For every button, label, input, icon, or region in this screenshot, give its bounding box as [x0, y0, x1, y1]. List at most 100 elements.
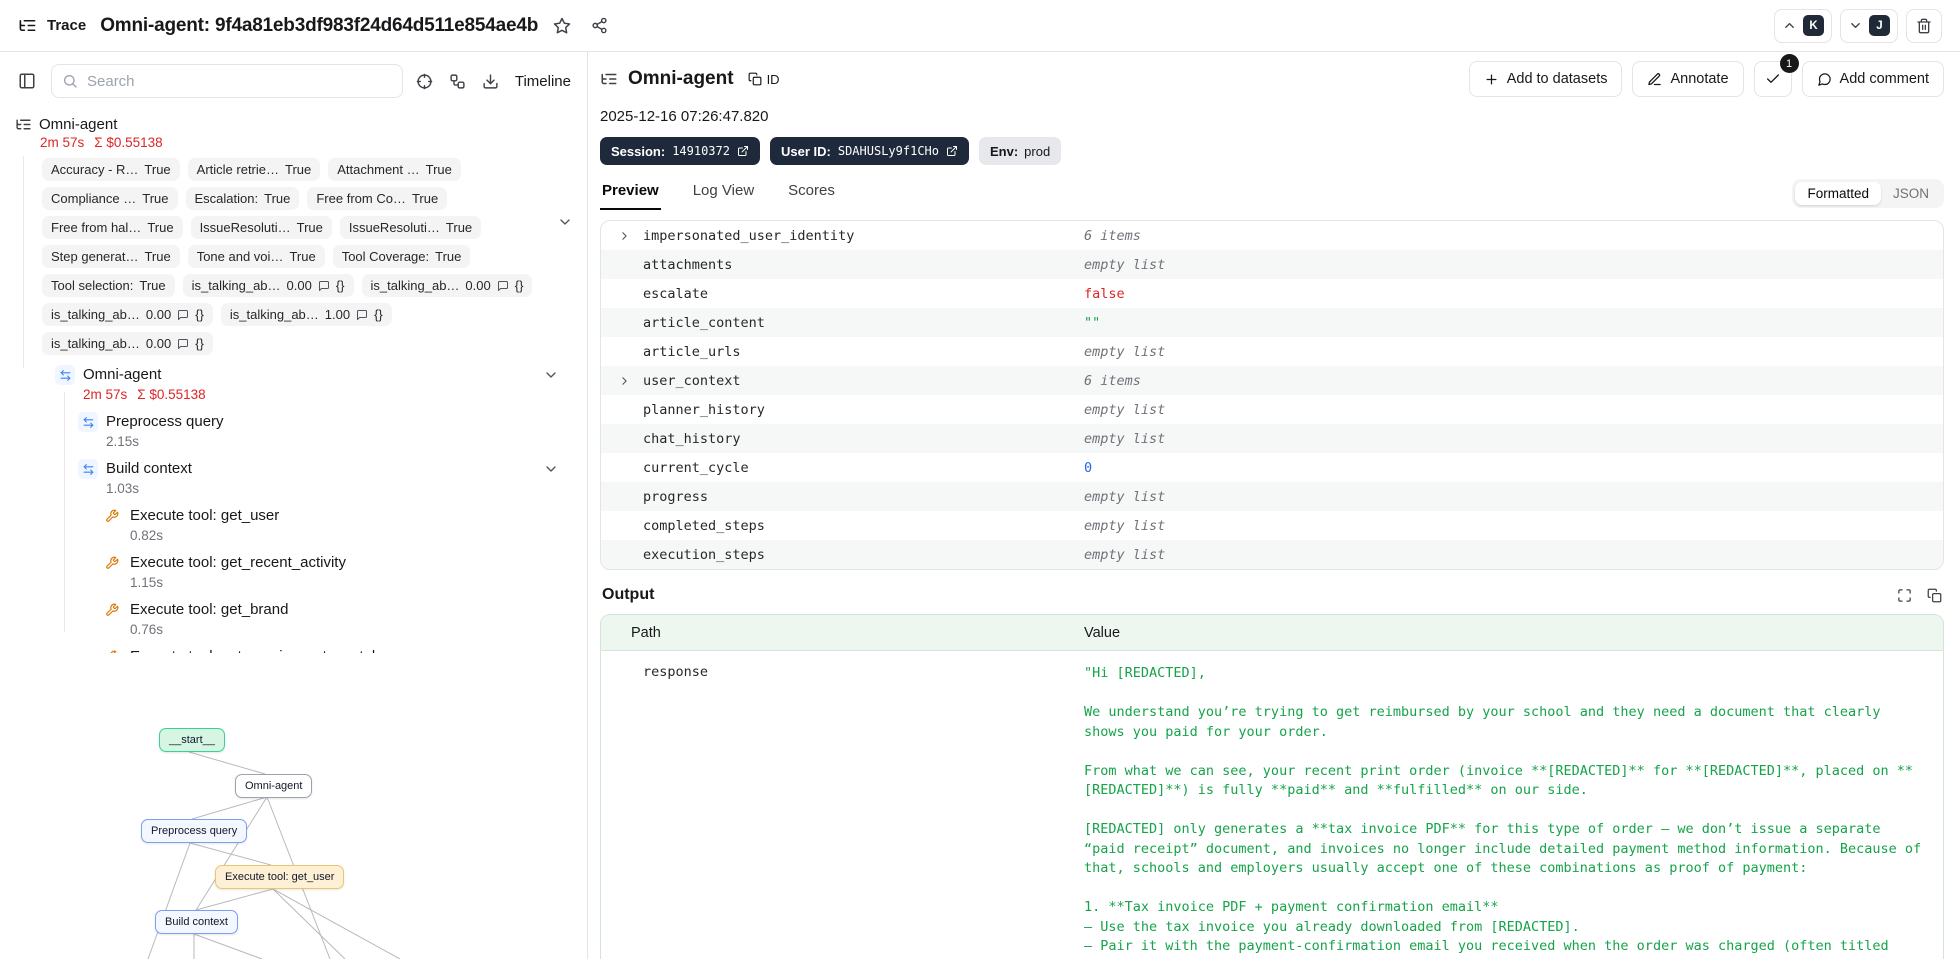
trace-detail-panel: Omni-agent ID Add to datasets Annotate 1: [588, 52, 1960, 959]
score-badge: is_talking_ab… 0.00{}: [42, 303, 213, 326]
chevron-down-icon: [1851, 23, 1860, 28]
score-badges: Accuracy - R… True Article retrie… True At…: [42, 158, 535, 355]
row-key: article_content: [643, 314, 765, 331]
trace-root-item[interactable]: Omni-agent: [15, 116, 573, 133]
trace-tree-icon: [19, 19, 36, 32]
tree-span-get-previous-steps-taken[interactable]: Execute tool: get_previous_steps_taken 1…: [15, 647, 573, 653]
search-input[interactable]: [51, 64, 403, 98]
trace-cost: Σ $0.55138: [94, 135, 163, 150]
score-badge: Tool Coverage: True: [332, 245, 471, 268]
table-row: progress empty list: [601, 482, 1943, 511]
score-badge: Compliance … True: [42, 187, 178, 210]
session-badge[interactable]: Session: 14910372: [600, 137, 760, 165]
copy-icon[interactable]: [1927, 588, 1942, 603]
score-badge: IssueResoluti… True: [339, 216, 482, 239]
graph-node-build-context[interactable]: Build context: [155, 910, 238, 934]
graph-view-button[interactable]: [446, 70, 469, 93]
span-metrics: 2m 57s Σ $0.55138: [83, 387, 206, 402]
comment-icon: [357, 309, 368, 320]
table-row: impersonated_user_identity 6 items: [601, 221, 1943, 250]
row-key: planner_history: [643, 401, 765, 418]
metadata-badges: Session: 14910372 User ID: SDAHUSLy9f1CH…: [600, 137, 1944, 165]
message-icon: [1817, 72, 1831, 86]
user-id-badge[interactable]: User ID: SDAHUSLy9f1CHo: [769, 137, 969, 165]
graph-node-omni-agent[interactable]: Omni-agent: [235, 774, 313, 798]
copy-id-button[interactable]: ID: [748, 72, 780, 87]
chevron-down-icon[interactable]: [543, 461, 559, 477]
tree-span-get-recent-activity[interactable]: Execute tool: get_recent_activity 1.15s: [15, 553, 573, 590]
id-label: ID: [766, 71, 780, 87]
share-icon: [592, 17, 607, 34]
score-badge: Free from Co… True: [307, 187, 448, 210]
topbar-actions: K J: [1774, 8, 1942, 43]
row-key: chat_history: [643, 430, 741, 447]
table-row: chat_history empty list: [601, 424, 1943, 453]
external-link-icon: [947, 146, 957, 156]
focus-button[interactable]: [413, 70, 436, 93]
tab-preview[interactable]: Preview: [600, 182, 661, 210]
score-badge: is_talking_ab… 0.00{}: [182, 274, 354, 297]
arrows-left-right-icon: [83, 463, 93, 475]
row-key: execution_steps: [643, 546, 765, 563]
trace-duration: 2m 57s: [40, 135, 85, 150]
tree-span-get-user[interactable]: Execute tool: get_user 0.82s: [15, 506, 573, 543]
graph-edges: [147, 751, 401, 959]
table-row: planner_history empty list: [601, 395, 1943, 424]
chevron-down-icon[interactable]: [557, 214, 573, 230]
download-button[interactable]: [479, 70, 502, 93]
prev-trace-button[interactable]: K: [1774, 8, 1832, 43]
tool-type-icon: [102, 553, 122, 573]
table-row: article_content "": [601, 308, 1943, 337]
score-badge: Attachment … True: [328, 158, 461, 181]
workflow-icon: [450, 73, 465, 89]
row-value: empty list: [1084, 256, 1166, 273]
delete-trace-button[interactable]: [1906, 8, 1942, 43]
row-key: article_urls: [643, 343, 741, 360]
comment-icon: [497, 280, 508, 291]
add-to-datasets-button[interactable]: Add to datasets: [1468, 61, 1623, 97]
tree-span-preprocess-query[interactable]: Preprocess query 2.15s: [15, 412, 573, 449]
wrench-icon: [110, 650, 119, 653]
format-formatted[interactable]: Formatted: [1795, 182, 1881, 205]
table-row: attachments empty list: [601, 250, 1943, 279]
graph-node-get-user[interactable]: Execute tool: get_user: [215, 865, 345, 889]
row-key: completed_steps: [643, 517, 765, 534]
row-value: empty list: [1084, 430, 1166, 447]
trash-icon: [1917, 18, 1931, 33]
tree-span-omni-agent[interactable]: Omni-agent 2m 57s Σ $0.55138: [15, 365, 573, 402]
tree-span-build-context[interactable]: Build context 1.03s: [15, 459, 573, 496]
tool-type-icon: [102, 647, 122, 653]
expand-icon[interactable]: [1897, 588, 1912, 603]
tab-scores[interactable]: Scores: [786, 182, 837, 210]
tree-span-get-brand[interactable]: Execute tool: get_brand 0.76s: [15, 600, 573, 637]
output-section-title: Output: [602, 586, 655, 603]
format-json[interactable]: JSON: [1881, 182, 1941, 205]
add-comment-button[interactable]: Add comment: [1801, 61, 1944, 97]
annotation-queue-button[interactable]: 1: [1753, 54, 1799, 97]
graph-node-start[interactable]: __start__: [159, 728, 225, 752]
share-button[interactable]: [586, 12, 613, 39]
span-type-icon: [78, 459, 98, 479]
graph-node-preprocess-query[interactable]: Preprocess query: [141, 819, 248, 843]
score-badge: Escalation: True: [185, 187, 300, 210]
row-value: empty list: [1084, 401, 1166, 418]
row-value: empty list: [1084, 517, 1166, 534]
output-header-value: Value: [1084, 624, 1121, 641]
layout: Timeline Omni-agent 2m 57s Σ $0.55138 Ac…: [0, 52, 1960, 959]
collapse-sidebar-button[interactable]: [13, 67, 41, 95]
row-key: escalate: [643, 285, 709, 302]
table-row: completed_steps empty list: [601, 511, 1943, 540]
response-value: "Hi [REDACTED], We understand you’re try…: [1084, 665, 1922, 959]
chevron-right-icon[interactable]: [618, 374, 631, 387]
page-title: Omni-agent: 9f4a81eb3df983f24d64d511e854…: [100, 14, 539, 36]
score-badge: Accuracy - R… True: [42, 158, 180, 181]
chevron-down-icon[interactable]: [543, 367, 559, 383]
output-header-path: Path: [631, 624, 661, 641]
chevron-right-icon[interactable]: [618, 229, 631, 242]
annotate-button[interactable]: Annotate: [1632, 61, 1744, 97]
next-trace-button[interactable]: J: [1840, 8, 1898, 43]
bookmark-star-button[interactable]: [548, 12, 576, 40]
tab-log-view[interactable]: Log View: [691, 182, 756, 210]
trace-label: Trace: [47, 17, 87, 34]
timeline-toggle[interactable]: Timeline: [515, 73, 571, 90]
